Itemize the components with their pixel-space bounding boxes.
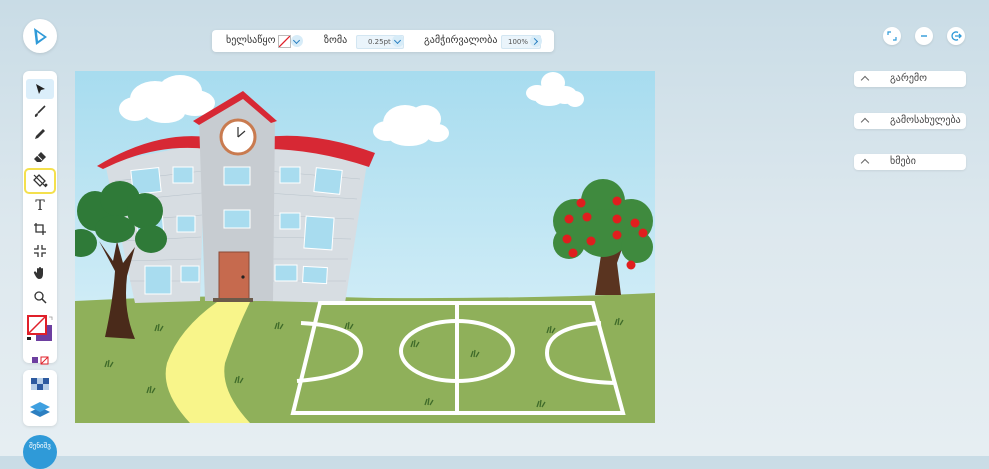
panel-label: გარემო: [890, 73, 928, 84]
pen-icon: [35, 129, 45, 139]
tool-dropdown-chevron-icon[interactable]: [291, 35, 303, 47]
minimize-button[interactable]: [915, 27, 933, 45]
tool-panel: T: [23, 71, 57, 365]
brush-tool[interactable]: [26, 101, 54, 121]
exit-button[interactable]: [947, 27, 965, 45]
pen-tool[interactable]: [26, 124, 54, 144]
opacity-chevron-icon[interactable]: [530, 35, 542, 47]
grid-toggle[interactable]: [31, 376, 49, 395]
app-logo-icon: [34, 28, 47, 45]
size-value: 0.25pt: [368, 38, 391, 46]
minimize-icon: [921, 35, 927, 37]
layer-panel: [23, 370, 57, 426]
zoom-tool[interactable]: [26, 287, 54, 307]
size-dropdown-chevron-icon[interactable]: [392, 35, 404, 47]
environment-panel-header[interactable]: გარემო: [854, 71, 966, 87]
fill-tool[interactable]: [24, 168, 56, 194]
shrink-icon: [34, 245, 46, 257]
pan-tool[interactable]: [26, 263, 54, 283]
layers-button[interactable]: [29, 400, 51, 424]
chevron-up-icon: [860, 75, 870, 85]
expand-button[interactable]: [883, 27, 901, 45]
user-button[interactable]: შენიშვ: [23, 435, 57, 469]
text-icon: T: [35, 198, 45, 214]
tool-label: ხელსაწყო: [226, 35, 276, 46]
images-panel-header[interactable]: გამოსახულება: [854, 113, 966, 129]
eraser-icon: [34, 152, 46, 162]
layers-icon: [30, 402, 50, 417]
chevron-up-icon: [860, 158, 870, 168]
user-label: შენიშვ: [29, 442, 51, 450]
expand-icon: [887, 31, 897, 41]
shrink-tool[interactable]: [26, 241, 54, 261]
opacity-label: გამჭირვალობა: [424, 35, 498, 46]
app-logo[interactable]: [23, 19, 57, 53]
text-tool[interactable]: T: [26, 196, 54, 216]
brush-icon: [34, 105, 46, 117]
color-swatches[interactable]: [27, 315, 55, 345]
drawing-canvas[interactable]: [75, 71, 655, 423]
select-tool[interactable]: [26, 79, 54, 99]
panel-label: ხმები: [890, 156, 916, 167]
properties-toolbar: ხელსაწყო ზომა 0.25pt გამჭირვალობა 100%: [212, 30, 554, 52]
stroke-swatch[interactable]: [278, 35, 291, 48]
size-label: ზომა: [324, 35, 348, 46]
color-mode-toggle[interactable]: [31, 350, 51, 365]
door: [218, 251, 250, 301]
chevron-up-icon: [860, 117, 870, 127]
crop-tool[interactable]: [26, 219, 54, 239]
exit-icon: [951, 31, 962, 41]
crop-icon: [34, 223, 46, 235]
panel-label: გამოსახულება: [890, 115, 961, 126]
magnifier-icon: [34, 291, 47, 304]
paint-bucket-icon: [33, 174, 48, 188]
opacity-value: 100%: [508, 38, 529, 46]
hand-icon: [33, 267, 43, 279]
sounds-panel-header[interactable]: ხმები: [854, 154, 966, 170]
checker-grid-icon: [31, 378, 49, 390]
eraser-tool[interactable]: [26, 147, 54, 167]
cursor-icon: [36, 84, 45, 94]
